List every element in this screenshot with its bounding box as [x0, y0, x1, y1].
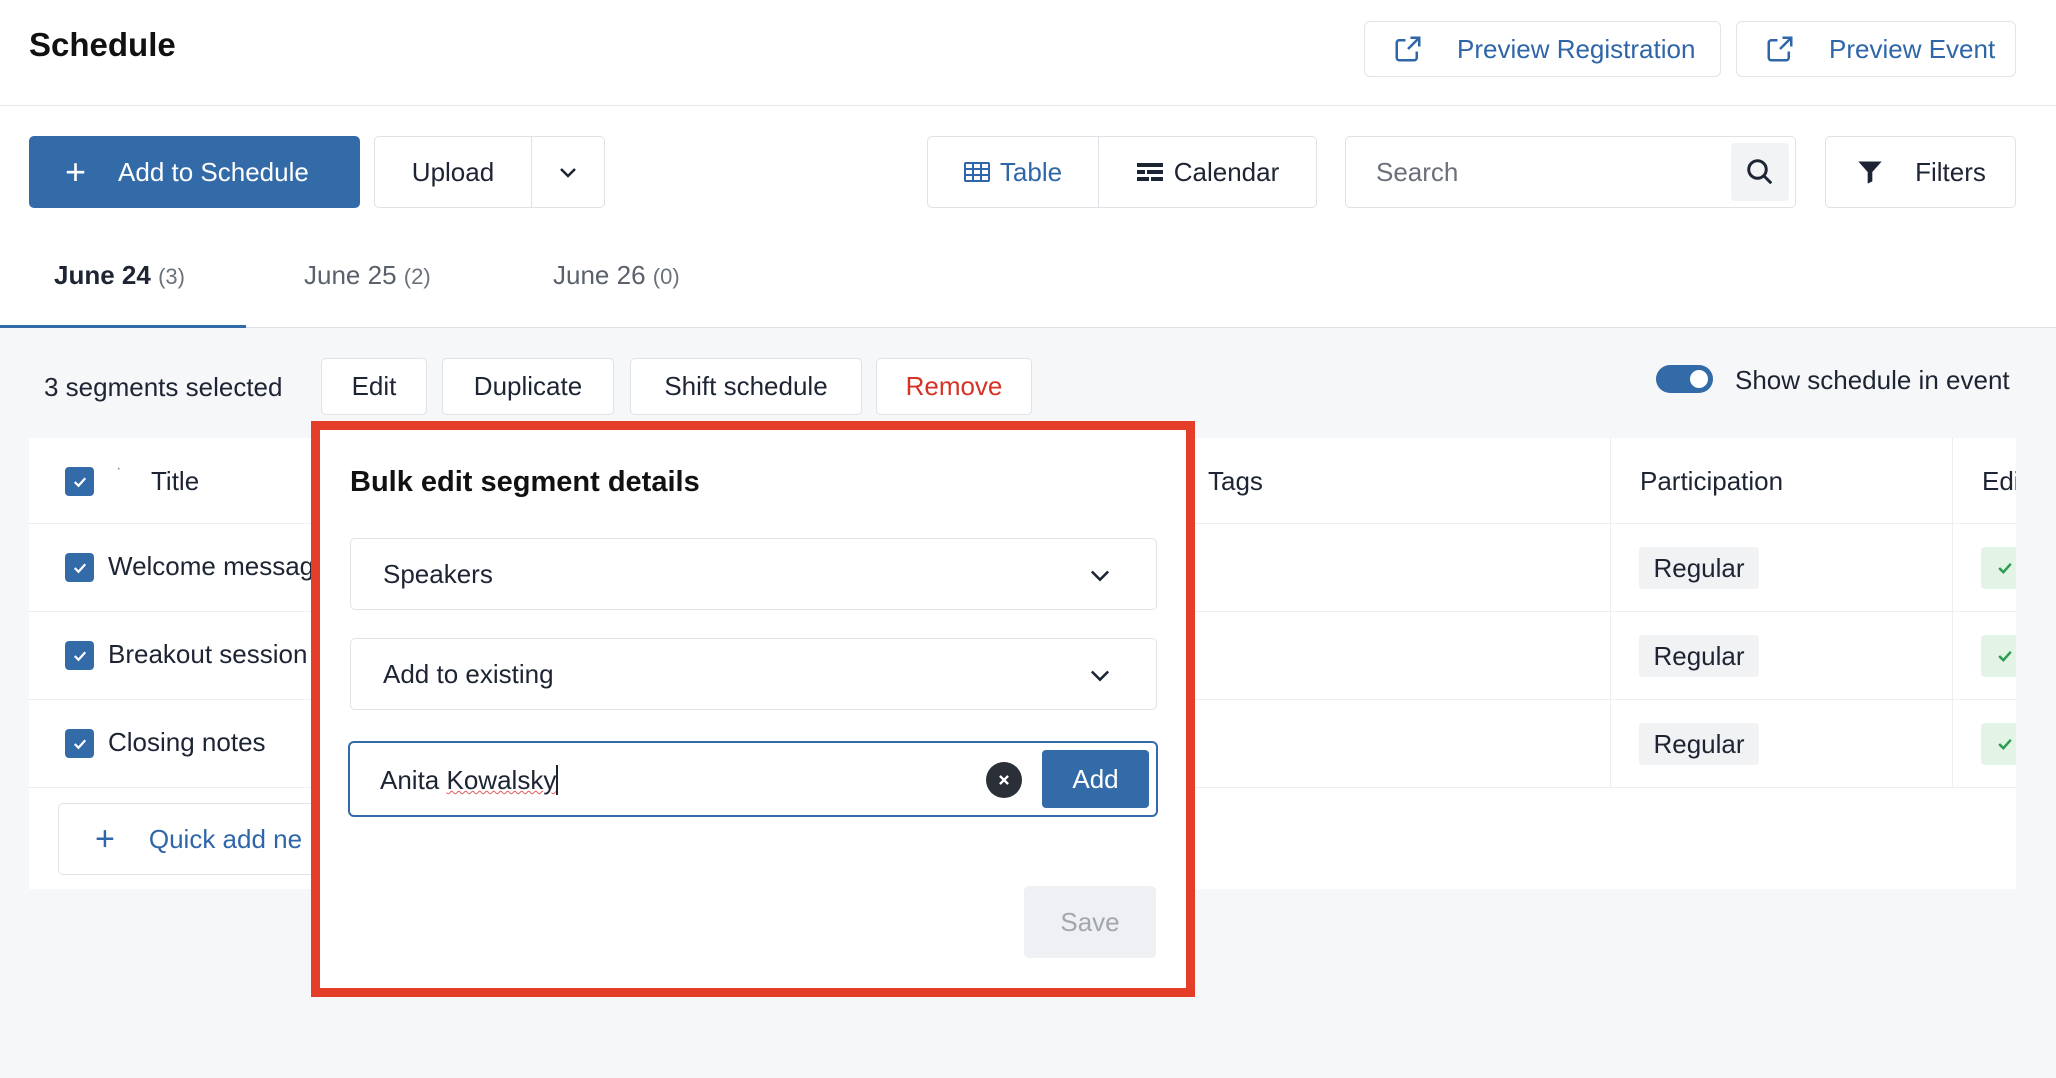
shift-schedule-button[interactable]: Shift schedule: [630, 358, 862, 415]
filter-funnel-icon: [1858, 161, 1882, 184]
plus-icon: +: [95, 820, 115, 858]
view-table-label: Table: [999, 156, 1063, 187]
preview-event-label: Preview Event: [1829, 33, 1996, 64]
save-label: Save: [1060, 906, 1120, 937]
toggle-knob: [1690, 370, 1708, 388]
tab-june-24[interactable]: June 24 (3): [54, 260, 185, 291]
edit-button[interactable]: Edit: [321, 358, 427, 415]
check-icon: [73, 738, 86, 749]
chevron-down-icon: [1090, 570, 1110, 582]
tab-label: June 24: [54, 260, 151, 290]
upload-label: Upload: [411, 156, 495, 187]
select-all-checkbox[interactable]: [65, 467, 94, 496]
save-button[interactable]: Save: [1024, 886, 1156, 958]
row-checkbox[interactable]: [65, 641, 94, 670]
filters-button[interactable]: Filters: [1825, 136, 2016, 208]
speaker-name-value: Anita Kowalsky: [380, 765, 559, 796]
table-grid-icon: [963, 162, 990, 182]
add-label: Add: [1072, 763, 1119, 794]
sort-dot: ·: [116, 460, 122, 477]
preview-registration-button[interactable]: Preview Registration: [1364, 21, 1721, 77]
name-first: Anita: [380, 765, 440, 795]
edit-status-chip: [1981, 723, 2016, 765]
remove-label: Remove: [905, 371, 1003, 401]
chevron-down-icon: [560, 168, 576, 178]
check-icon: [73, 476, 86, 487]
popup-title: Bulk edit segment details: [350, 466, 700, 498]
check-icon: [1998, 562, 2012, 574]
edit-status-chip: [1981, 547, 2016, 589]
show-schedule-toggle[interactable]: [1656, 365, 1713, 393]
tab-count: (2): [403, 264, 431, 289]
view-table-button[interactable]: Table: [927, 136, 1099, 208]
tab-count: (3): [158, 264, 185, 289]
field-select[interactable]: Speakers: [350, 538, 1157, 610]
duplicate-label: Duplicate: [473, 371, 583, 401]
tab-june-25[interactable]: June 25 (2): [304, 260, 431, 291]
shift-schedule-label: Shift schedule: [664, 371, 828, 401]
participation-badge: Regular: [1639, 635, 1759, 677]
add-to-schedule-label: Add to Schedule: [118, 156, 309, 187]
add-speaker-button[interactable]: Add: [1042, 750, 1149, 808]
column-divider: [1952, 438, 1953, 788]
preview-event-button[interactable]: Preview Event: [1736, 21, 2016, 77]
show-schedule-label: Show schedule in event: [1735, 365, 2010, 395]
check-icon: [73, 562, 86, 573]
edit-label: Edit: [351, 371, 397, 401]
close-icon: [999, 775, 1009, 785]
check-icon: [73, 650, 86, 661]
row-checkbox[interactable]: [65, 553, 94, 582]
selection-count: 3 segments selected: [44, 372, 283, 402]
column-header-title[interactable]: Title: [151, 466, 199, 497]
column-divider: [1610, 438, 1611, 788]
field-select-value: Speakers: [383, 558, 493, 589]
check-icon: [1998, 738, 2012, 750]
participation-badge: Regular: [1639, 547, 1759, 589]
mode-select-value: Add to existing: [383, 658, 554, 689]
calendar-icon: [1136, 163, 1163, 181]
search-button[interactable]: [1731, 143, 1789, 201]
speaker-name-input[interactable]: Anita Kowalsky Add: [348, 741, 1158, 817]
row-checkbox[interactable]: [65, 729, 94, 758]
column-header-participation[interactable]: Participation: [1640, 466, 1783, 497]
check-icon: [1998, 650, 2012, 662]
tab-june-26[interactable]: June 26 (0): [553, 260, 680, 291]
tab-count: (0): [652, 264, 680, 289]
external-link-icon: [1395, 36, 1421, 62]
remove-button[interactable]: Remove: [876, 358, 1032, 415]
tab-label: June 25: [304, 260, 397, 290]
name-second: Kowalsky: [446, 765, 557, 795]
clear-input-button[interactable]: [986, 762, 1022, 798]
view-calendar-label: Calendar: [1173, 156, 1280, 187]
edit-status-chip: [1981, 635, 2016, 677]
view-calendar-button[interactable]: Calendar: [1098, 136, 1317, 208]
filters-label: Filters: [1915, 156, 1986, 187]
tab-label: June 26: [553, 260, 646, 290]
add-to-schedule-button[interactable]: + Add to Schedule: [29, 136, 360, 208]
column-header-edit[interactable]: Edi: [1982, 466, 2016, 497]
mode-select[interactable]: Add to existing: [350, 638, 1157, 710]
row-title[interactable]: Breakout session: [108, 639, 307, 670]
plus-icon: +: [65, 151, 87, 192]
search-icon: [1747, 159, 1773, 185]
upload-button[interactable]: Upload: [374, 136, 532, 208]
row-title[interactable]: Welcome messag: [108, 551, 314, 582]
duplicate-button[interactable]: Duplicate: [442, 358, 614, 415]
text-caret: [556, 765, 559, 795]
participation-badge: Regular: [1639, 723, 1759, 765]
search-box: [1345, 136, 1796, 208]
upload-dropdown-button[interactable]: [531, 136, 605, 208]
tabs-divider: [0, 327, 2056, 328]
column-header-tags[interactable]: Tags: [1208, 466, 1263, 497]
chevron-down-icon: [1090, 670, 1110, 682]
quick-add-label: Quick add ne: [148, 823, 303, 854]
page-header: Schedule Preview Registration Preview Ev…: [0, 0, 2056, 106]
preview-registration-label: Preview Registration: [1457, 33, 1696, 64]
external-link-icon: [1767, 36, 1793, 62]
page-title: Schedule: [29, 26, 176, 63]
search-input[interactable]: [1348, 139, 1728, 205]
toolbar: + Add to Schedule Upload Table Calendar: [0, 106, 2056, 328]
active-tab-indicator: [0, 325, 246, 328]
row-title[interactable]: Closing notes: [108, 727, 266, 758]
